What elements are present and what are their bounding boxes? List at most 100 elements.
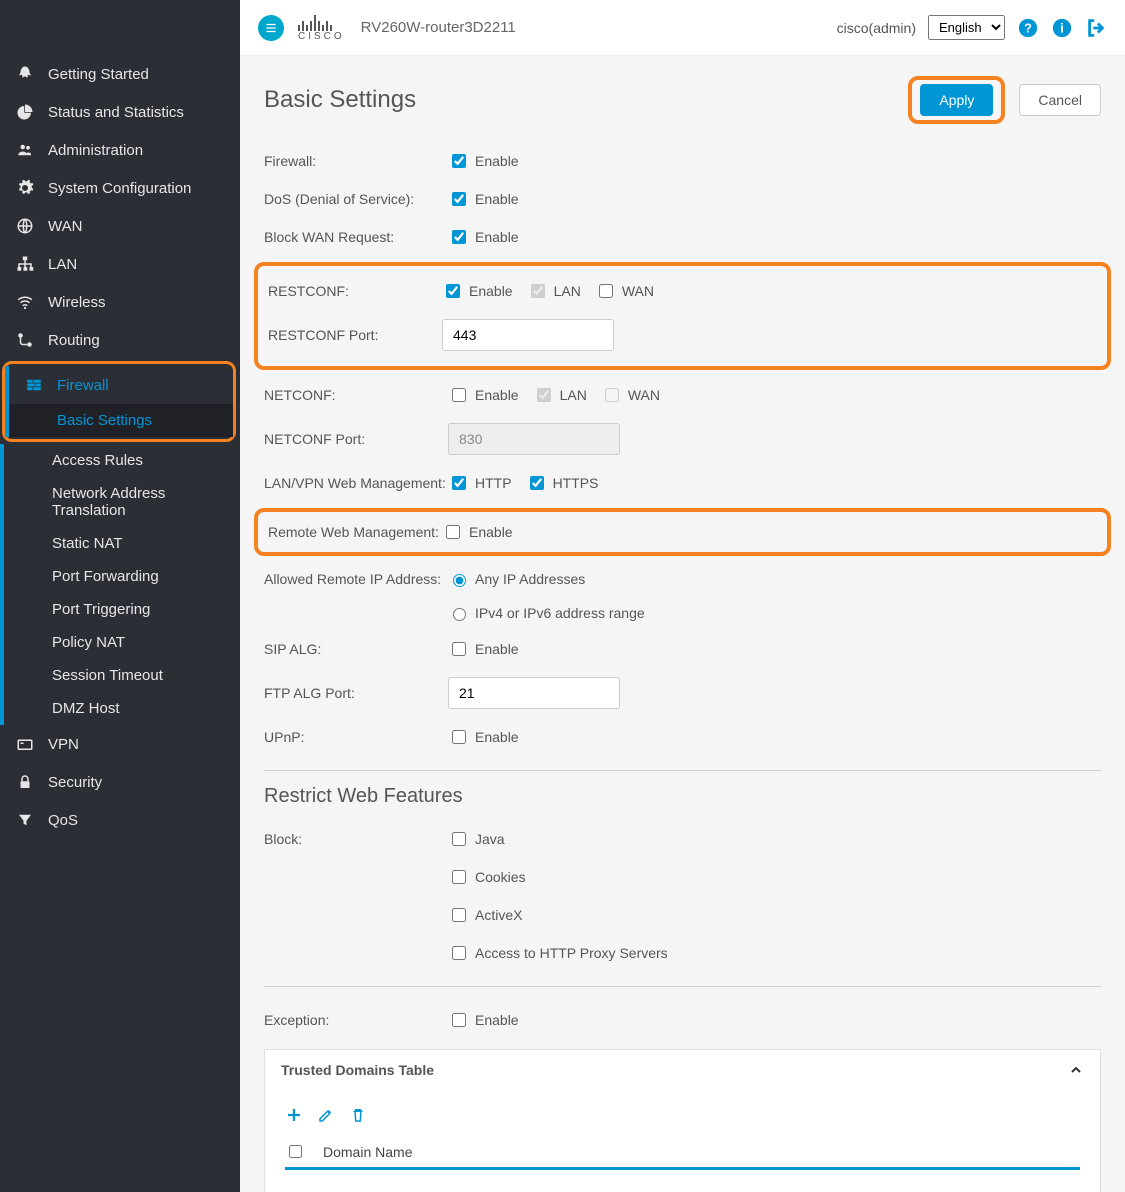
- sidebar-item-session-timeout[interactable]: Session Timeout: [4, 659, 240, 692]
- chart-pie-icon: [14, 101, 36, 123]
- sidebar-label: Port Triggering: [52, 601, 150, 618]
- wifi-icon: [14, 291, 36, 313]
- logout-icon[interactable]: [1085, 17, 1107, 39]
- page-title: Basic Settings: [264, 86, 416, 114]
- apply-button[interactable]: Apply: [920, 84, 993, 116]
- chk-restconf-wan[interactable]: [599, 284, 613, 298]
- sidebar-item-security[interactable]: Security: [0, 763, 240, 801]
- chk-label: Enable: [469, 524, 513, 540]
- sidebar-item-lan[interactable]: LAN: [0, 245, 240, 283]
- sidebar-label: Getting Started: [48, 66, 149, 83]
- svg-text:?: ?: [1024, 20, 1032, 35]
- delete-icon[interactable]: [349, 1106, 367, 1124]
- sidebar-item-routing[interactable]: Routing: [0, 321, 240, 359]
- sidebar-item-access-rules[interactable]: Access Rules: [4, 444, 240, 477]
- sidebar-item-port-triggering[interactable]: Port Triggering: [4, 593, 240, 626]
- sidebar-label: VPN: [48, 736, 79, 753]
- chk-block-cookies[interactable]: [452, 870, 466, 884]
- users-icon: [14, 139, 36, 161]
- chevron-up-icon[interactable]: [1068, 1062, 1084, 1078]
- menu-toggle-icon[interactable]: [258, 15, 284, 41]
- add-icon[interactable]: [285, 1106, 303, 1124]
- help-icon[interactable]: ?: [1017, 17, 1039, 39]
- chk-label: Enable: [475, 729, 519, 745]
- chk-label: Enable: [475, 229, 519, 245]
- sidebar-label: Firewall: [57, 377, 109, 394]
- device-name: RV260W-router3D2211: [361, 19, 516, 36]
- sidebar-item-policy-nat[interactable]: Policy NAT: [4, 626, 240, 659]
- sidebar-item-wan[interactable]: WAN: [0, 207, 240, 245]
- chk-blockwan-enable[interactable]: [452, 230, 466, 244]
- label-block: Block:: [264, 831, 448, 847]
- cisco-text: CISCO: [298, 31, 345, 42]
- sidebar-item-basic-settings[interactable]: Basic Settings: [9, 404, 233, 437]
- radio-any-ip[interactable]: [453, 574, 466, 587]
- row-exception: Exception: Enable: [264, 1001, 1101, 1039]
- label-restconf-port: RESTCONF Port:: [268, 327, 442, 343]
- chk-block-proxy[interactable]: [452, 946, 466, 960]
- chk-dos-enable[interactable]: [452, 192, 466, 206]
- sidebar-item-port-forwarding[interactable]: Port Forwarding: [4, 560, 240, 593]
- sidebar-label: Network Address Translation: [52, 485, 226, 519]
- label-remote: Remote Web Management:: [268, 524, 442, 540]
- chk-restconf-enable[interactable]: [446, 284, 460, 298]
- chk-sip-alg[interactable]: [452, 642, 466, 656]
- sidebar-item-static-nat[interactable]: Static NAT: [4, 527, 240, 560]
- sidebar-label: Session Timeout: [52, 667, 163, 684]
- row-sip-alg: SIP ALG: Enable: [264, 630, 1101, 668]
- chk-lanvpn-http[interactable]: [452, 476, 466, 490]
- sidebar-label: Routing: [48, 332, 100, 349]
- sidebar-item-dmz-host[interactable]: DMZ Host: [4, 692, 240, 725]
- chk-label: Enable: [475, 191, 519, 207]
- chk-label: Enable: [475, 387, 519, 403]
- sidebar-item-getting-started[interactable]: Getting Started: [0, 55, 240, 93]
- sitemap-icon: [14, 253, 36, 275]
- sidebar-item-firewall[interactable]: Firewall: [9, 366, 233, 404]
- chk-restconf-lan: [531, 284, 545, 298]
- info-icon[interactable]: i: [1051, 17, 1073, 39]
- radio-label: Any IP Addresses: [475, 571, 585, 587]
- input-ftp-alg-port[interactable]: [448, 677, 620, 709]
- row-allowed-ip: Allowed Remote IP Address: Any IP Addres…: [264, 562, 1101, 596]
- page-header: Basic Settings Apply Cancel: [264, 76, 1101, 124]
- sidebar-item-qos[interactable]: QoS: [0, 801, 240, 839]
- radio-ip-range[interactable]: [453, 608, 466, 621]
- chk-label: HTTP: [475, 475, 512, 491]
- chk-label: Java: [475, 831, 505, 847]
- chk-label: LAN: [554, 283, 581, 299]
- restconf-highlight: RESTCONF: Enable LAN WAN RESTCONF Port:: [254, 262, 1111, 370]
- row-upnp: UPnP: Enable: [264, 718, 1101, 756]
- label-exception: Exception:: [264, 1012, 448, 1028]
- col-domain-name: Domain Name: [323, 1144, 412, 1160]
- input-restconf-port[interactable]: [442, 319, 614, 351]
- chk-firewall-enable[interactable]: [452, 154, 466, 168]
- row-lanvpn: LAN/VPN Web Management: HTTP HTTPS: [264, 464, 1101, 502]
- sidebar-item-sysconfig[interactable]: System Configuration: [0, 169, 240, 207]
- sidebar-item-nat[interactable]: Network Address Translation: [4, 477, 240, 527]
- sidebar-item-vpn[interactable]: VPN: [0, 725, 240, 763]
- cancel-button[interactable]: Cancel: [1019, 84, 1101, 116]
- chk-exception[interactable]: [452, 1013, 466, 1027]
- sidebar-label: System Configuration: [48, 180, 191, 197]
- chk-label: Enable: [475, 1012, 519, 1028]
- route-icon: [14, 329, 36, 351]
- cisco-logo: CISCO: [298, 13, 345, 42]
- sidebar-item-status[interactable]: Status and Statistics: [0, 93, 240, 131]
- chk-block-java[interactable]: [452, 832, 466, 846]
- edit-icon[interactable]: [317, 1106, 335, 1124]
- chk-lanvpn-https[interactable]: [530, 476, 544, 490]
- sidebar-item-admin[interactable]: Administration: [0, 131, 240, 169]
- chk-label: Access to HTTP Proxy Servers: [475, 945, 668, 961]
- chk-netconf-enable[interactable]: [452, 388, 466, 402]
- chk-upnp[interactable]: [452, 730, 466, 744]
- chk-label: Enable: [475, 153, 519, 169]
- row-netconf: NETCONF: Enable LAN WAN: [264, 376, 1101, 414]
- lock-icon: [14, 771, 36, 793]
- sidebar-firewall-highlight: Firewall Basic Settings Access Rules Net…: [0, 361, 240, 725]
- chk-select-all[interactable]: [289, 1145, 302, 1158]
- sidebar-item-wireless[interactable]: Wireless: [0, 283, 240, 321]
- language-select[interactable]: English: [928, 15, 1005, 40]
- chk-block-activex[interactable]: [452, 908, 466, 922]
- sidebar-label: LAN: [48, 256, 77, 273]
- chk-remote-enable[interactable]: [446, 525, 460, 539]
